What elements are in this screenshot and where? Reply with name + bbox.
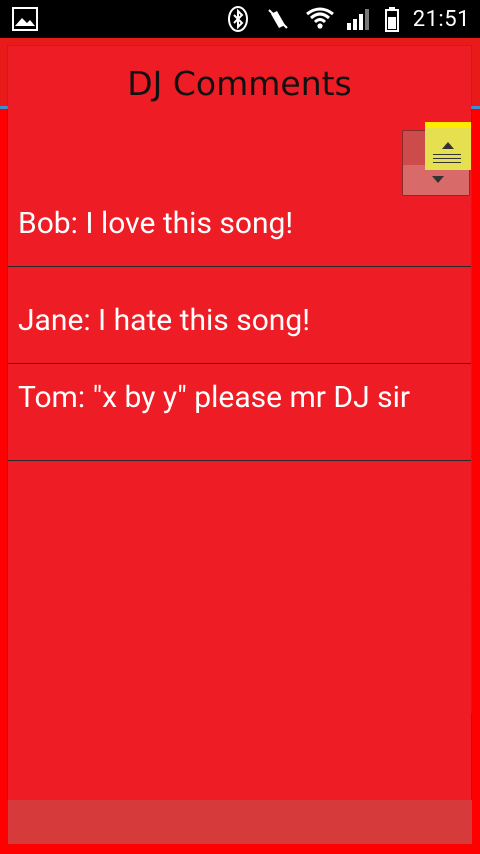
comment-text: Bob: I love this song!	[18, 206, 294, 241]
comment-item[interactable]: Jane: I hate this song!	[8, 267, 471, 364]
status-time: 21:51	[412, 6, 470, 32]
status-bar: 21:51	[0, 0, 480, 38]
bottom-bar	[8, 800, 472, 844]
image-icon	[12, 7, 38, 31]
comment-text: Jane: I hate this song!	[18, 303, 310, 338]
dialog-title: DJ Comments	[127, 63, 352, 103]
comment-item[interactable]: Tom: "x by y" please mr DJ sir	[8, 364, 471, 461]
battery-icon	[384, 6, 399, 32]
comment-text: Tom: "x by y" please mr DJ sir	[18, 380, 411, 415]
signal-icon	[345, 6, 371, 32]
scroll-up-button[interactable]	[425, 122, 471, 170]
comment-list: Bob: I love this song! Jane: I hate this…	[8, 170, 471, 461]
arrow-down-icon	[432, 176, 444, 183]
vibrate-off-icon	[265, 6, 291, 32]
arrow-up-icon	[442, 142, 454, 149]
menu-lines-icon	[433, 154, 461, 166]
wifi-icon	[305, 6, 334, 32]
bluetooth-icon	[225, 6, 251, 32]
